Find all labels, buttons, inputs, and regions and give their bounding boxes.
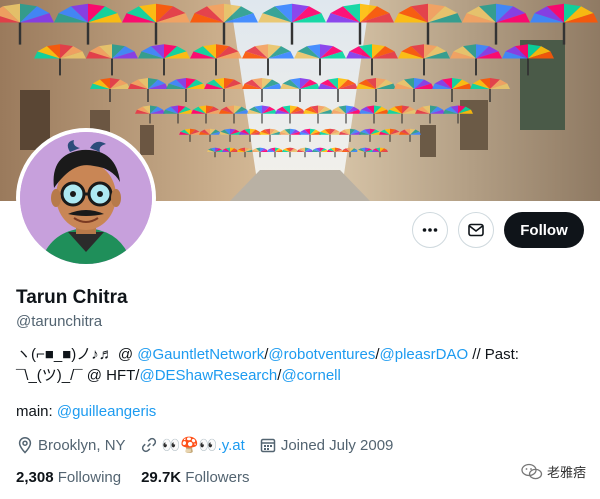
mention-link[interactable]: @GauntletNetwork	[137, 346, 264, 363]
bio-line-1: ヽ(⌐■_■)ノ♪♬ @ @GauntletNetwork/@robotvent…	[16, 344, 586, 365]
watermark-text: 老雅痞	[546, 465, 586, 480]
bio-text: ¯\_(ツ)_/¯ @ HFT/	[16, 367, 140, 384]
bio-line-2: ¯\_(ツ)_/¯ @ HFT/@DEShawResearch/@cornell	[16, 365, 586, 386]
message-button[interactable]	[458, 212, 494, 248]
bio-text: main:	[16, 403, 57, 420]
mention-link[interactable]: @guilleangeris	[57, 403, 156, 420]
followers-label: Followers	[185, 469, 250, 486]
mention-link[interactable]: @pleasrDAO	[380, 346, 469, 363]
link-icon	[141, 437, 156, 453]
calendar-icon	[260, 438, 276, 453]
bio-text: // Past:	[468, 346, 519, 363]
followers-link[interactable]: 29.7K Followers	[141, 469, 249, 486]
location-icon	[18, 437, 32, 454]
mention-link[interactable]: @robotventures	[268, 346, 375, 363]
mention-link[interactable]: @DEShawResearch	[139, 367, 277, 384]
bio-line-3: main: @guilleangeris	[16, 403, 156, 420]
mention-link[interactable]: @cornell	[281, 367, 340, 384]
website-link[interactable]: 👀🍄👀.y.at	[162, 436, 245, 454]
mail-icon	[468, 223, 484, 237]
more-button[interactable]	[412, 212, 448, 248]
profile-meta: Brooklyn, NY 👀🍄👀.y.at Joined July 2009	[16, 436, 393, 454]
bio-text: ヽ(⌐■_■)ノ♪♬ @	[16, 346, 138, 363]
profile-stats: 2,308 Following 29.7K Followers	[16, 469, 249, 486]
location-item: Brooklyn, NY	[16, 436, 126, 454]
profile-handle: @tarunchitra	[16, 313, 103, 330]
wechat-icon	[521, 463, 543, 479]
followers-count: 29.7K	[141, 469, 182, 486]
joined-item: Joined July 2009	[259, 436, 394, 454]
website-item: 👀🍄👀.y.at	[140, 436, 245, 454]
following-label: Following	[57, 469, 122, 486]
more-icon	[422, 228, 438, 232]
profile-bio: ヽ(⌐■_■)ノ♪♬ @ @GauntletNetwork/@robotvent…	[16, 344, 586, 386]
joined-text: Joined July 2009	[280, 436, 394, 454]
watermark: 老雅痞	[521, 462, 586, 481]
avatar[interactable]	[16, 128, 156, 268]
follow-button[interactable]: Follow	[504, 212, 584, 248]
following-link[interactable]: 2,308 Following	[16, 469, 121, 486]
location-text: Brooklyn, NY	[38, 436, 126, 454]
profile-name: Tarun Chitra	[16, 287, 128, 308]
following-count: 2,308	[16, 469, 54, 486]
profile-actions: Follow	[412, 212, 584, 248]
